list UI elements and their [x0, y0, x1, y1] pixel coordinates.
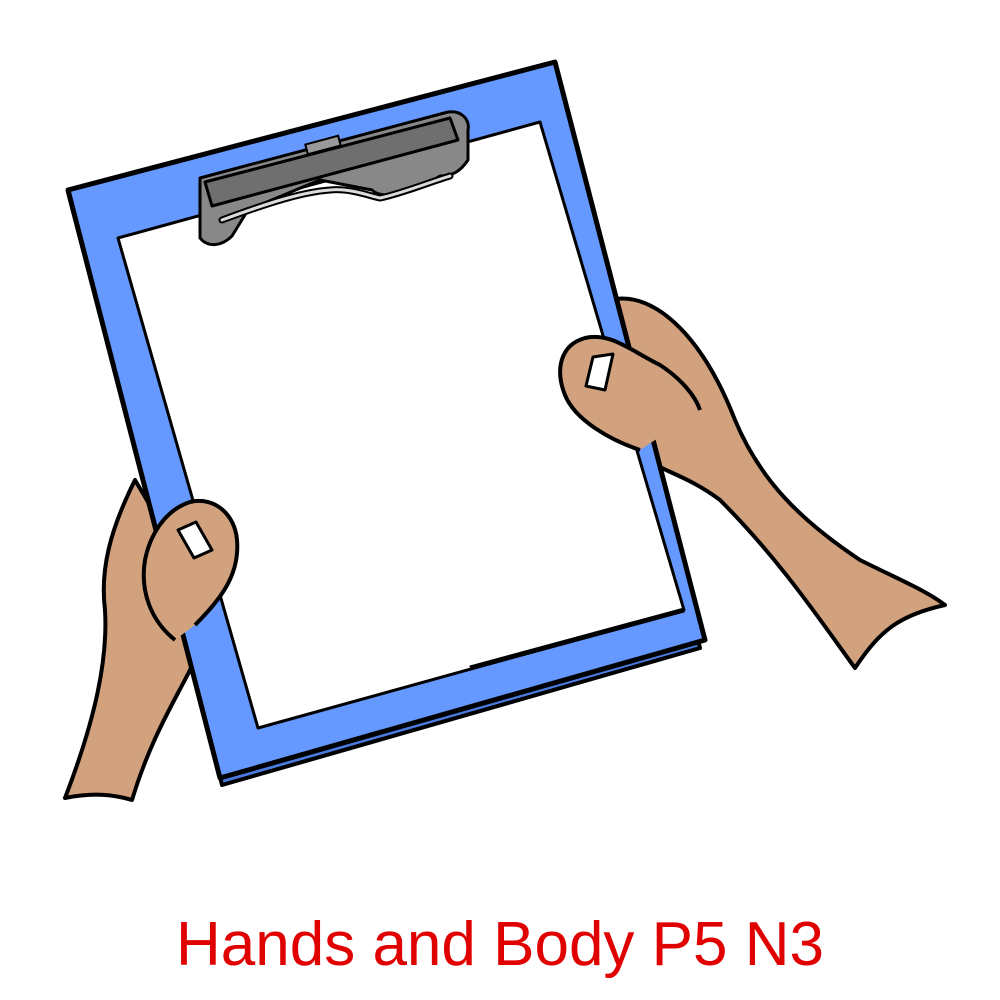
clipboard-illustration [63, 59, 947, 802]
caption-title: Hands and Body P5 N3 [176, 910, 824, 979]
